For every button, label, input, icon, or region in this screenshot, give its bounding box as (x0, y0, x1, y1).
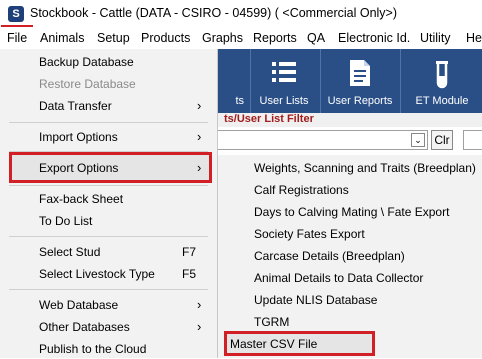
days-to-calving-label: Days to Calving Mating \ Fate Export (254, 205, 450, 219)
menu-item-fax-back-sheet[interactable]: Fax-back Sheet (0, 189, 217, 209)
title-bar: S Stockbook - Cattle (DATA - CSIRO - 045… (0, 0, 482, 27)
select-stud-shortcut: F7 (182, 245, 197, 259)
chevron-right-icon: › (197, 160, 202, 175)
chevron-right-icon: › (197, 297, 202, 312)
menu-item-to-do-list[interactable]: To Do List (0, 211, 217, 231)
test-tube-icon (436, 61, 448, 89)
menu-item-other-databases[interactable]: Other Databases › (0, 317, 217, 337)
carcase-details-label: Carcase Details (Breedplan) (254, 249, 405, 263)
submenu-item-weights-scanning-traits[interactable]: Weights, Scanning and Traits (Breedplan) (218, 157, 482, 179)
menu-electronic-id[interactable]: Electronic Id. (338, 31, 410, 45)
submenu-item-animal-details-data-collector[interactable]: Animal Details to Data Collector (218, 267, 482, 289)
data-transfer-label: Data Transfer (39, 99, 112, 113)
menu-separator (9, 289, 208, 290)
restore-database-label: Restore Database (39, 77, 136, 91)
submenu-item-society-fates-export[interactable]: Society Fates Export (218, 223, 482, 245)
list-icon (272, 62, 296, 82)
submenu-item-master-csv-file[interactable]: Master CSV File (218, 333, 482, 355)
to-do-list-label: To Do List (39, 214, 93, 228)
menu-qa[interactable]: QA (307, 31, 325, 45)
society-fates-export-label: Society Fates Export (254, 227, 365, 241)
menu-item-backup-database[interactable]: Backup Database (0, 52, 217, 72)
user-list-filter-combo[interactable]: ⌄ (216, 130, 428, 150)
app-icon: S (8, 6, 24, 22)
chevron-right-icon: › (197, 319, 202, 334)
report-icon (350, 60, 370, 86)
menu-products[interactable]: Products (141, 31, 190, 45)
secondary-field[interactable] (463, 130, 482, 150)
user-lists-label: User Lists (259, 95, 309, 107)
select-stud-label: Select Stud (39, 245, 101, 259)
menu-item-web-database[interactable]: Web Database › (0, 295, 217, 315)
clear-filter-button[interactable]: Clr (431, 130, 453, 150)
toolbar-partial-label: ts (235, 95, 244, 107)
filter-bar: ts/User List Filter (216, 113, 482, 127)
update-nlis-database-label: Update NLIS Database (254, 293, 378, 307)
et-module-button[interactable]: ET Module (400, 49, 482, 113)
submenu-item-carcase-details[interactable]: Carcase Details (Breedplan) (218, 245, 482, 267)
toolbar-button-partial[interactable]: ts (216, 49, 246, 113)
menu-item-publish-to-cloud[interactable]: Publish to the Cloud (0, 339, 217, 359)
menu-animals[interactable]: Animals (40, 31, 84, 45)
menu-separator (9, 185, 208, 186)
export-options-label: Export Options (39, 161, 119, 175)
chevron-down-icon[interactable]: ⌄ (411, 133, 425, 147)
menu-separator (9, 122, 208, 123)
user-reports-button[interactable]: User Reports (320, 49, 399, 113)
other-databases-label: Other Databases (39, 320, 130, 334)
submenu-item-tgrm[interactable]: TGRM (218, 311, 482, 333)
file-menu-dropdown: Backup Database Restore Database Data Tr… (0, 49, 218, 358)
menu-item-select-stud[interactable]: Select Stud F7 (0, 242, 217, 262)
window-title: Stockbook - Cattle (DATA - CSIRO - 04599… (30, 6, 398, 20)
import-options-label: Import Options (39, 130, 118, 144)
menu-reports[interactable]: Reports (253, 31, 297, 45)
submenu-item-update-nlis-database[interactable]: Update NLIS Database (218, 289, 482, 311)
backup-database-label: Backup Database (39, 55, 134, 69)
menu-bar: File Animals Setup Products Graphs Repor… (0, 27, 482, 49)
chevron-right-icon: › (197, 98, 202, 113)
tgrm-label: TGRM (254, 315, 290, 329)
select-livestock-shortcut: F5 (182, 267, 197, 281)
main-toolbar: ts User Lists User Reports ET Module (216, 49, 482, 113)
animal-details-data-collector-label: Animal Details to Data Collector (254, 271, 424, 285)
menu-help[interactable]: Help (466, 31, 482, 45)
chevron-right-icon: › (197, 129, 202, 144)
menu-item-select-livestock-type[interactable]: Select Livestock Type F5 (0, 264, 217, 284)
submenu-item-days-to-calving[interactable]: Days to Calving Mating \ Fate Export (218, 201, 482, 223)
menu-item-import-options[interactable]: Import Options › (0, 127, 217, 147)
user-lists-button[interactable]: User Lists (250, 49, 317, 113)
web-database-label: Web Database (39, 298, 119, 312)
menu-file[interactable]: File (7, 31, 27, 45)
menu-item-export-options[interactable]: Export Options › (0, 158, 217, 178)
fax-back-sheet-label: Fax-back Sheet (39, 192, 124, 206)
menu-graphs[interactable]: Graphs (202, 31, 243, 45)
user-list-filter-label: ts/User List Filter (224, 113, 314, 125)
menu-item-restore-database: Restore Database (0, 74, 217, 94)
menu-separator (9, 236, 208, 237)
weights-scanning-traits-label: Weights, Scanning and Traits (Breedplan) (254, 161, 476, 175)
user-reports-label: User Reports (327, 95, 393, 107)
calf-registrations-label: Calf Registrations (254, 183, 349, 197)
menu-item-data-transfer[interactable]: Data Transfer › (0, 96, 217, 116)
submenu-item-calf-registrations[interactable]: Calf Registrations (218, 179, 482, 201)
menu-utility[interactable]: Utility (420, 31, 451, 45)
export-options-submenu: Weights, Scanning and Traits (Breedplan)… (217, 155, 482, 358)
menu-setup[interactable]: Setup (97, 31, 130, 45)
select-livestock-type-label: Select Livestock Type (39, 267, 155, 281)
et-module-label: ET Module (415, 95, 469, 107)
publish-to-cloud-label: Publish to the Cloud (39, 342, 147, 356)
master-csv-file-label: Master CSV File (230, 337, 318, 351)
